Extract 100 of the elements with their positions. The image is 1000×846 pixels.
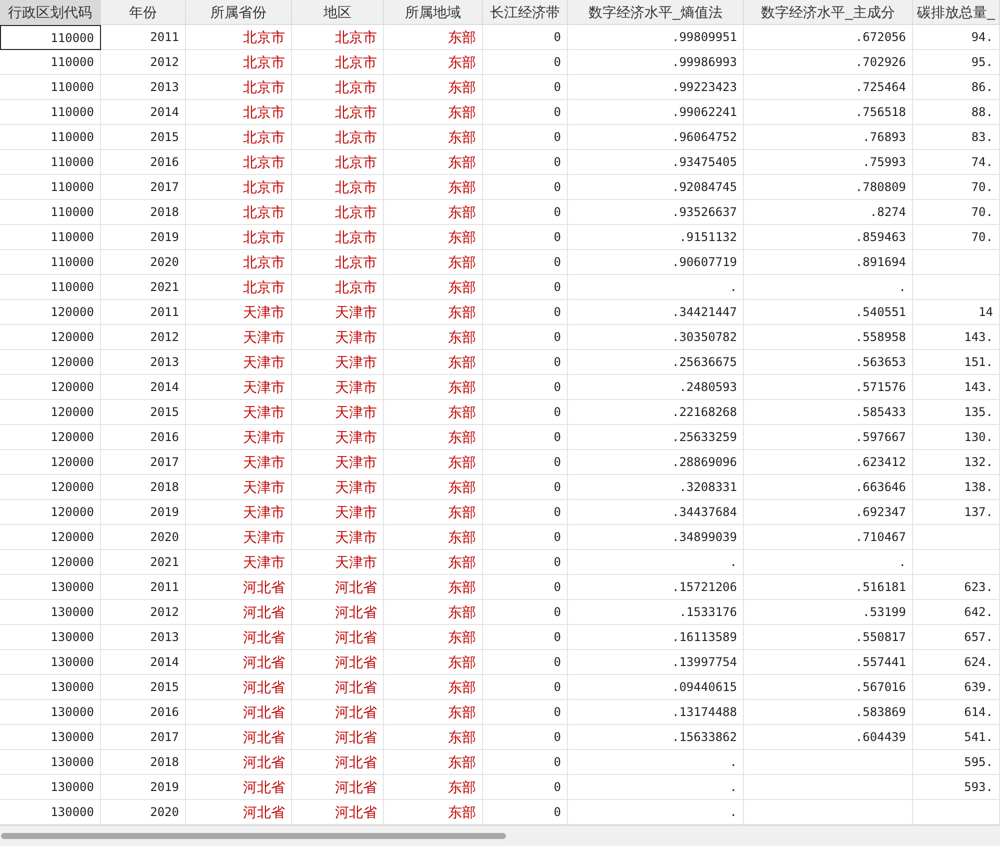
table-cell[interactable]: .585433 (744, 400, 913, 425)
table-cell[interactable]: 东部 (384, 75, 483, 100)
table-cell[interactable]: 70. (913, 200, 1000, 225)
table-cell[interactable]: .76893 (744, 125, 913, 150)
table-cell[interactable] (744, 775, 913, 800)
table-cell[interactable]: 0 (483, 25, 568, 50)
table-cell[interactable]: 东部 (384, 700, 483, 725)
table-cell[interactable]: 135. (913, 400, 1000, 425)
table-cell[interactable]: 北京市 (292, 25, 384, 50)
table-cell[interactable]: .702926 (744, 50, 913, 75)
table-cell[interactable]: 河北省 (292, 625, 384, 650)
table-cell[interactable]: 天津市 (292, 450, 384, 475)
table-cell[interactable]: 74. (913, 150, 1000, 175)
table-cell[interactable]: 北京市 (186, 75, 292, 100)
table-cell[interactable]: 天津市 (186, 450, 292, 475)
table-cell[interactable]: 河北省 (186, 775, 292, 800)
table-cell[interactable]: 0 (483, 425, 568, 450)
table-cell[interactable]: 2017 (101, 725, 186, 750)
table-cell[interactable]: 2018 (101, 475, 186, 500)
table-cell[interactable]: 0 (483, 475, 568, 500)
table-cell[interactable]: 2020 (101, 525, 186, 550)
table-cell[interactable]: 0 (483, 450, 568, 475)
table-cell[interactable]: 东部 (384, 25, 483, 50)
table-cell[interactable]: 东部 (384, 250, 483, 275)
table-cell[interactable]: 北京市 (292, 75, 384, 100)
table-cell[interactable]: 70. (913, 175, 1000, 200)
table-cell[interactable]: 110000 (0, 275, 101, 300)
table-cell[interactable]: 天津市 (186, 425, 292, 450)
table-cell[interactable]: 2014 (101, 650, 186, 675)
table-cell[interactable]: 东部 (384, 675, 483, 700)
table-cell[interactable]: 110000 (0, 200, 101, 225)
table-cell[interactable]: 110000 (0, 175, 101, 200)
table-cell[interactable]: .558958 (744, 325, 913, 350)
table-cell[interactable]: 130000 (0, 575, 101, 600)
table-cell[interactable]: 2016 (101, 700, 186, 725)
table-cell[interactable]: 河北省 (292, 725, 384, 750)
table-cell[interactable]: 130000 (0, 600, 101, 625)
table-cell[interactable]: .725464 (744, 75, 913, 100)
table-cell[interactable]: 东部 (384, 775, 483, 800)
table-cell[interactable]: .710467 (744, 525, 913, 550)
table-cell[interactable]: 0 (483, 650, 568, 675)
table-cell[interactable]: 2021 (101, 550, 186, 575)
table-cell[interactable]: .672056 (744, 25, 913, 50)
table-cell[interactable]: 2015 (101, 400, 186, 425)
table-cell[interactable]: 110000 (0, 50, 101, 75)
table-cell[interactable]: . (744, 275, 913, 300)
table-cell[interactable] (913, 550, 1000, 575)
column-header[interactable]: 地区 (292, 0, 384, 25)
table-cell[interactable]: 137. (913, 500, 1000, 525)
table-cell[interactable]: 120000 (0, 400, 101, 425)
table-cell[interactable]: 120000 (0, 325, 101, 350)
table-cell[interactable]: .891694 (744, 250, 913, 275)
table-cell[interactable]: 河北省 (186, 575, 292, 600)
column-header[interactable]: 数字经济水平_熵值法 (568, 0, 744, 25)
table-cell[interactable]: 北京市 (292, 175, 384, 200)
table-cell[interactable]: 北京市 (292, 125, 384, 150)
table-cell[interactable]: 东部 (384, 475, 483, 500)
table-cell[interactable]: .557441 (744, 650, 913, 675)
table-cell[interactable]: 天津市 (292, 475, 384, 500)
table-cell[interactable]: .93526637 (568, 200, 744, 225)
table-cell[interactable]: 2014 (101, 100, 186, 125)
table-cell[interactable]: 天津市 (292, 425, 384, 450)
table-cell[interactable]: 东部 (384, 425, 483, 450)
table-cell[interactable]: 0 (483, 600, 568, 625)
table-cell[interactable]: 0 (483, 250, 568, 275)
table-cell[interactable]: 0 (483, 775, 568, 800)
table-cell[interactable]: . (744, 550, 913, 575)
table-cell[interactable]: 天津市 (292, 400, 384, 425)
table-cell[interactable]: 0 (483, 275, 568, 300)
table-cell[interactable]: .99223423 (568, 75, 744, 100)
table-cell[interactable]: 2014 (101, 375, 186, 400)
table-cell[interactable]: 2011 (101, 300, 186, 325)
table-cell[interactable]: 东部 (384, 550, 483, 575)
table-cell[interactable]: 110000 (0, 100, 101, 125)
table-cell[interactable]: 0 (483, 625, 568, 650)
table-cell[interactable]: .75993 (744, 150, 913, 175)
table-cell[interactable]: 614. (913, 700, 1000, 725)
table-cell[interactable]: 130000 (0, 625, 101, 650)
table-cell[interactable]: 624. (913, 650, 1000, 675)
table-cell[interactable]: 2017 (101, 450, 186, 475)
table-cell[interactable]: 0 (483, 325, 568, 350)
table-cell[interactable]: .692347 (744, 500, 913, 525)
table-cell[interactable]: 83. (913, 125, 1000, 150)
table-cell[interactable]: 595. (913, 750, 1000, 775)
table-cell[interactable]: .25633259 (568, 425, 744, 450)
table-cell[interactable]: 2015 (101, 125, 186, 150)
table-cell[interactable]: 北京市 (186, 50, 292, 75)
table-cell[interactable]: 143. (913, 325, 1000, 350)
table-cell[interactable]: 河北省 (292, 675, 384, 700)
table-cell[interactable]: 14 (913, 300, 1000, 325)
table-cell[interactable]: 639. (913, 675, 1000, 700)
table-cell[interactable]: 北京市 (186, 275, 292, 300)
table-cell[interactable]: 110000 (0, 125, 101, 150)
table-cell[interactable]: 2012 (101, 325, 186, 350)
table-cell[interactable]: 东部 (384, 150, 483, 175)
table-cell[interactable]: 120000 (0, 375, 101, 400)
table-cell[interactable]: 东部 (384, 225, 483, 250)
table-cell[interactable]: 东部 (384, 325, 483, 350)
table-cell[interactable]: 130000 (0, 675, 101, 700)
table-cell[interactable]: 北京市 (186, 125, 292, 150)
